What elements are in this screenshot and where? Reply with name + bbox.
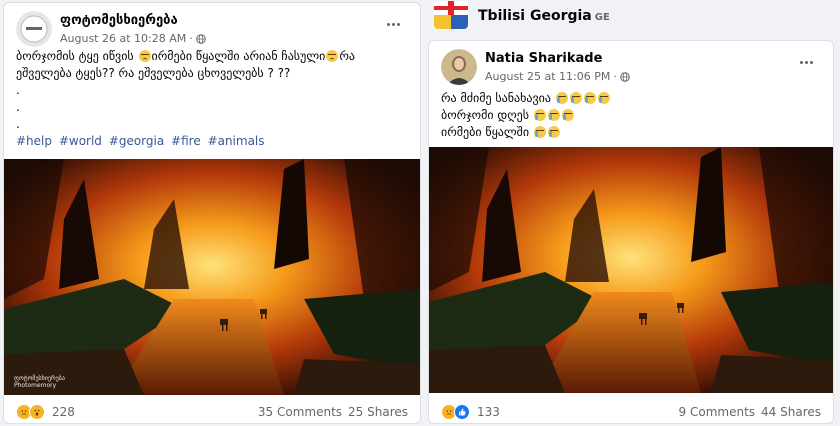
page-avatar[interactable] — [16, 11, 52, 47]
hashtag-link[interactable]: #georgia — [109, 134, 164, 148]
like-reaction-icon — [454, 404, 470, 420]
hashtag-link[interactable]: #world — [59, 134, 102, 148]
reaction-summary[interactable]: 133 — [441, 404, 500, 420]
more-options-icon[interactable] — [793, 51, 819, 73]
post-footer: 133 9 Comments 44 Shares — [441, 402, 821, 422]
reaction-count: 228 — [52, 405, 75, 419]
crying-emoji-icon — [547, 109, 560, 121]
post-body: რა მძიმე სანახავია ბორჯომი დღეს ირმები წ… — [441, 90, 611, 141]
post-header: ფოტომესხიერება August 26 at 10:28 AM · — [16, 11, 410, 51]
crying-emoji-icon — [597, 92, 610, 104]
post-photo[interactable] — [429, 147, 833, 393]
shares-link[interactable]: 25 Shares — [348, 405, 408, 419]
comments-link[interactable]: 35 Comments — [258, 405, 342, 419]
shares-link[interactable]: 44 Shares — [761, 405, 821, 419]
crying-emoji-icon — [561, 109, 574, 121]
hashtag-link[interactable]: #fire — [171, 134, 201, 148]
post-card-left: ფოტომესხიერება August 26 at 10:28 AM · ბ… — [3, 2, 421, 424]
globe-icon — [195, 33, 206, 44]
crying-emoji-icon — [533, 109, 546, 121]
post-text-line: . — [16, 83, 20, 97]
crying-emoji-icon — [555, 92, 568, 104]
post-timestamp[interactable]: August 25 at 11:06 PM — [485, 70, 610, 83]
crying-emoji-icon — [547, 126, 560, 138]
photo-watermark: ფოტომესხიერება Photomemory — [14, 375, 65, 389]
sad-emoji-icon — [326, 50, 339, 62]
post-header: Natia Sharikade August 25 at 11:06 PM · — [441, 49, 823, 89]
post-card-right: Natia Sharikade August 25 at 11:06 PM · … — [428, 40, 834, 424]
comments-link[interactable]: 9 Comments — [679, 405, 756, 419]
hashtag-link[interactable]: #animals — [208, 134, 265, 148]
reaction-count: 133 — [477, 405, 500, 419]
post-text-line: . — [16, 117, 20, 131]
post-text-line: ბორჯომი დღეს — [441, 108, 529, 122]
engagement-stats: 35 Comments 25 Shares — [258, 405, 408, 419]
post-text-line: რა მძიმე სანახავია — [441, 91, 551, 105]
wow-reaction-icon — [29, 404, 45, 420]
reaction-summary[interactable]: 228 — [16, 404, 75, 420]
post-text-segment: რა — [339, 49, 355, 63]
group-avatar[interactable] — [434, 1, 468, 29]
post-photo[interactable]: ფოტომესხიერება Photomemory — [4, 159, 420, 395]
crying-emoji-icon — [533, 126, 546, 138]
post-text-segment: ბორჯომის ტყე იწვის — [16, 49, 134, 63]
more-options-icon[interactable] — [380, 13, 406, 35]
post-author-name[interactable]: ფოტომესხიერება — [60, 13, 178, 28]
post-text-line: . — [16, 100, 20, 114]
post-text-segment: ირმები წყალში არიან ჩასული — [151, 49, 326, 63]
user-avatar[interactable] — [441, 49, 477, 85]
crying-emoji-icon — [583, 92, 596, 104]
crying-emoji-icon — [569, 92, 582, 104]
post-author-name[interactable]: Natia Sharikade — [485, 51, 602, 66]
post-footer: 228 35 Comments 25 Shares — [16, 402, 408, 422]
post-meta: August 25 at 11:06 PM · — [485, 70, 630, 83]
globe-icon — [620, 71, 630, 82]
post-text-line: ეშველება ტყეს?? რა ეშველება ცხოველებს ? … — [16, 66, 291, 80]
group-country-code: GE — [594, 12, 610, 23]
engagement-stats: 9 Comments 44 Shares — [679, 405, 821, 419]
post-timestamp[interactable]: August 26 at 10:28 AM — [60, 32, 186, 45]
hashtag-link[interactable]: #help — [16, 134, 52, 148]
group-name[interactable]: Tbilisi Georgia GE — [478, 8, 610, 24]
post-text-line: ირმები წყალში — [441, 125, 530, 139]
post-meta: August 26 at 10:28 AM · — [60, 32, 206, 45]
hashtag-list: #help #world #georgia #fire #animals — [16, 133, 355, 150]
group-header: Tbilisi Georgia GE — [434, 0, 834, 36]
post-body: ბორჯომის ტყე იწვის ირმები წყალში არიან ჩ… — [16, 48, 355, 150]
sad-emoji-icon — [138, 50, 151, 62]
